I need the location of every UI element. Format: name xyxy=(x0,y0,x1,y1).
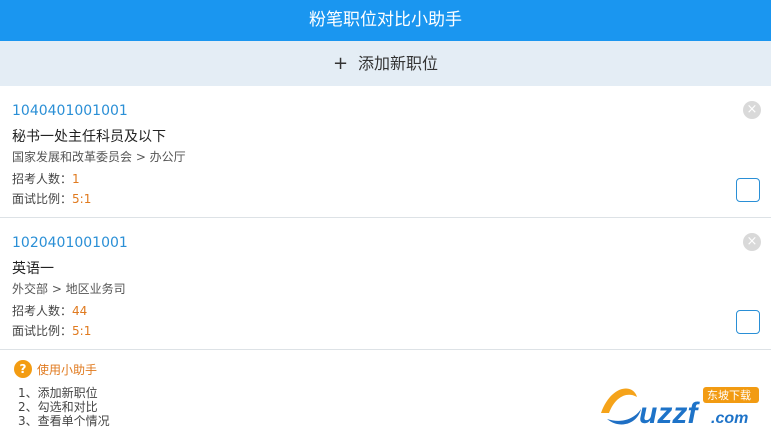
position-code: 1020401001001 xyxy=(12,235,128,251)
help-toggle[interactable]: ? 使用小助手 xyxy=(14,360,97,378)
swoosh-icon xyxy=(601,388,637,413)
watermark-brand: uzzf xyxy=(639,397,700,430)
recruit-count-value: 44 xyxy=(72,304,88,318)
add-position-button[interactable]: + 添加新职位 xyxy=(0,41,771,86)
interview-ratio-row: 面试比例：5:1 xyxy=(12,190,91,207)
position-department: 国家发展和改革委员会 > 办公厅 xyxy=(12,150,186,164)
plus-icon: + xyxy=(332,53,349,74)
recruit-count-label: 招考人数： xyxy=(12,304,73,318)
question-icon: ? xyxy=(14,360,32,378)
position-code: 1040401001001 xyxy=(12,103,128,119)
position-card: 1040401001001 秘书一处主任科员及以下 国家发展和改革委员会 > 办… xyxy=(0,86,771,218)
interview-ratio-row: 面试比例：5:1 xyxy=(12,322,91,339)
interview-ratio-label: 面试比例： xyxy=(12,192,73,206)
compare-checkbox[interactable] xyxy=(736,310,760,334)
interview-ratio-value: 5:1 xyxy=(72,324,92,338)
watermark-suffix: .com xyxy=(711,410,748,427)
recruit-count-row: 招考人数：1 xyxy=(12,170,80,187)
interview-ratio-value: 5:1 xyxy=(72,192,92,206)
recruit-count-row: 招考人数：44 xyxy=(12,302,87,319)
compare-checkbox[interactable] xyxy=(736,178,760,202)
help-step: 2、勾选和对比 xyxy=(18,400,98,414)
help-step: 3、查看单个情况 xyxy=(18,414,110,428)
add-position-label: 添加新职位 xyxy=(358,54,439,73)
app-window: 粉笔职位对比小助手 + 添加新职位 1040401001001 秘书一处主任科员及… xyxy=(0,0,771,443)
position-department: 外交部 > 地区业务司 xyxy=(12,282,126,296)
watermark-logo: uzzf .com 东坡下载 xyxy=(601,387,759,430)
watermark-badge: 东坡下载 xyxy=(707,389,751,402)
position-card: 1020401001001 英语一 外交部 > 地区业务司 招考人数：44 面试… xyxy=(0,218,771,350)
position-name: 英语一 xyxy=(12,261,54,277)
interview-ratio-label: 面试比例： xyxy=(12,324,73,338)
help-step: 1、添加新职位 xyxy=(18,386,98,400)
remove-position-icon[interactable]: × xyxy=(743,233,761,251)
help-steps: 1、添加新职位 2、勾选和对比 3、查看单个情况 xyxy=(18,386,110,428)
help-title: 使用小助手 xyxy=(37,362,98,377)
position-name: 秘书一处主任科员及以下 xyxy=(12,129,166,145)
recruit-count-label: 招考人数： xyxy=(12,172,73,186)
remove-position-icon[interactable]: × xyxy=(743,101,761,119)
page-title: 粉笔职位对比小助手 xyxy=(0,0,771,41)
recruit-count-value: 1 xyxy=(72,172,80,186)
